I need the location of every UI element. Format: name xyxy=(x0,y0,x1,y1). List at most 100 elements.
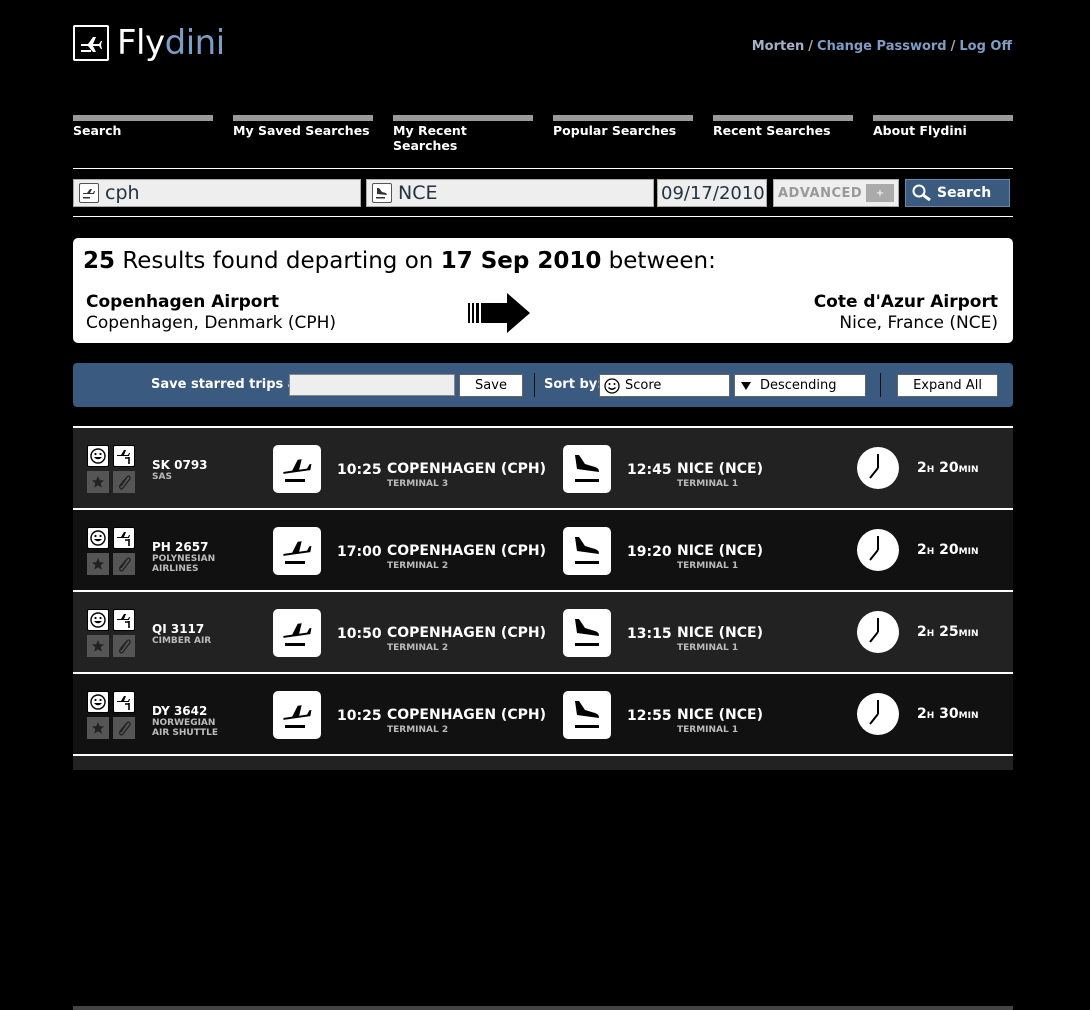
route-arrow-icon xyxy=(468,292,532,338)
flight-row[interactable]: SK 0793 SAS 10:25 COPENHAGEN (CPH) TERMINAL … xyxy=(73,426,1013,508)
nav-recent-searches[interactable]: Recent Searches xyxy=(713,115,853,153)
nav-my-recent-searches[interactable]: My Recent Searches xyxy=(393,115,533,153)
to-input[interactable]: NCE xyxy=(366,179,654,207)
arrival-time: 13:15 xyxy=(627,626,672,642)
origin-name: Copenhagen Airport xyxy=(86,292,279,312)
clock-icon xyxy=(857,529,899,571)
sort-field-value: Score xyxy=(625,378,662,393)
divider xyxy=(73,168,1013,169)
departure-place: COPENHAGEN (CPH) xyxy=(387,625,546,641)
score-smiley-icon xyxy=(87,691,109,713)
nav-search[interactable]: Search xyxy=(73,115,213,153)
stops-icon xyxy=(113,445,135,467)
nav-about[interactable]: About Flydini xyxy=(873,115,1013,153)
clock-icon xyxy=(857,611,899,653)
departure-icon xyxy=(273,527,321,575)
sort-order-select[interactable]: Descending xyxy=(734,374,866,397)
clock-icon xyxy=(857,693,899,735)
departure-time: 10:25 xyxy=(337,462,382,478)
star-icon[interactable] xyxy=(87,471,109,493)
save-name-input[interactable] xyxy=(289,374,455,396)
date-input[interactable]: 09/17/2010 xyxy=(657,179,767,207)
sort-field-select[interactable]: Score xyxy=(599,374,730,397)
arrival-place: NICE (NCE) xyxy=(677,707,763,723)
logout-link[interactable]: Log Off xyxy=(959,39,1012,54)
arrival-place: NICE (NCE) xyxy=(677,625,763,641)
results-toolbar: Save starred trips as: Save Sort by: Sco… xyxy=(73,363,1013,407)
save-starred-label: Save starred trips as: xyxy=(151,377,310,392)
divider xyxy=(880,373,881,397)
departure-place: COPENHAGEN (CPH) xyxy=(387,461,546,477)
score-smiley-icon xyxy=(87,445,109,467)
arrival-terminal: TERMINAL 1 xyxy=(677,643,739,653)
save-button[interactable]: Save xyxy=(459,374,523,397)
sort-order-value: Descending xyxy=(760,378,837,393)
smiley-icon xyxy=(604,377,620,394)
star-icon[interactable] xyxy=(87,553,109,575)
flight-row[interactable]: QI 3117 CIMBER AIR 10:50 COPENHAGEN (CPH) TE… xyxy=(73,590,1013,672)
stops-icon xyxy=(113,527,135,549)
arrival-icon xyxy=(563,445,611,493)
username-link[interactable]: Morten xyxy=(752,39,805,54)
departure-terminal: TERMINAL 2 xyxy=(387,561,449,571)
departure-time: 17:00 xyxy=(337,544,382,560)
to-value: NCE xyxy=(398,182,438,204)
nav-popular-searches[interactable]: Popular Searches xyxy=(553,115,693,153)
departure-place: COPENHAGEN (CPH) xyxy=(387,543,546,559)
from-input[interactable]: cph xyxy=(73,179,361,207)
dropdown-arrow-icon xyxy=(741,381,751,390)
departure-place: COPENHAGEN (CPH) xyxy=(387,707,546,723)
sort-by-label: Sort by: xyxy=(544,377,603,392)
flight-duration: 2H 20MIN xyxy=(917,460,979,476)
arrival-icon xyxy=(563,691,611,739)
destination-name: Cote d'Azur Airport xyxy=(813,292,998,312)
expand-all-button[interactable]: Expand All xyxy=(897,374,998,397)
arrival-time: 12:55 xyxy=(627,708,672,724)
flight-row[interactable]: DY 3642 NORWEGIAN AIR SHUTTLE 10:25 COPENHAG… xyxy=(73,672,1013,754)
from-value: cph xyxy=(105,182,140,204)
airline-name: SAS xyxy=(152,472,172,482)
logo[interactable]: Flydini xyxy=(73,25,225,61)
destination-detail: Nice, France (NCE) xyxy=(839,313,998,333)
star-icon[interactable] xyxy=(87,635,109,657)
score-smiley-icon xyxy=(87,527,109,549)
results-summary: 25 Results found departing on 17 Sep 201… xyxy=(73,238,1013,343)
advanced-dropdown[interactable]: ADVANCED + xyxy=(773,179,899,207)
arrival-terminal: TERMINAL 1 xyxy=(677,561,739,571)
results-list: SK 0793 SAS 10:25 COPENHAGEN (CPH) TERMINAL … xyxy=(73,426,1013,770)
paperclip-icon[interactable] xyxy=(113,553,135,575)
flight-duration: 2H 30MIN xyxy=(917,706,979,722)
flight-row[interactable]: PH 2657 POLYNESIAN AIRLINES 17:00 COPENHAGEN… xyxy=(73,508,1013,590)
arrival-time: 19:20 xyxy=(627,544,672,560)
destination-airport: Cote d'Azur Airport Nice, France (NCE) xyxy=(814,292,998,334)
flight-number: QI 3117 xyxy=(152,622,205,636)
plane-logo-icon xyxy=(73,25,109,61)
search-icon xyxy=(912,184,932,202)
arrival-terminal: TERMINAL 1 xyxy=(677,479,739,489)
departure-terminal: TERMINAL 3 xyxy=(387,479,449,489)
airline-name: CIMBER AIR xyxy=(152,636,212,646)
nav-my-saved-searches[interactable]: My Saved Searches xyxy=(233,115,373,153)
departure-icon xyxy=(79,183,99,203)
divider xyxy=(534,373,535,397)
search-button[interactable]: Search xyxy=(905,179,1010,207)
arrival-place: NICE (NCE) xyxy=(677,543,763,559)
clock-icon xyxy=(857,447,899,489)
user-bar: Morten / Change Password / Log Off xyxy=(752,39,1012,54)
paperclip-icon[interactable] xyxy=(113,717,135,739)
score-smiley-icon xyxy=(87,609,109,631)
paperclip-icon[interactable] xyxy=(113,471,135,493)
stops-icon xyxy=(113,609,135,631)
separator: / xyxy=(950,39,956,54)
expand-icon: + xyxy=(866,184,894,202)
change-password-link[interactable]: Change Password xyxy=(817,39,947,54)
paperclip-icon[interactable] xyxy=(113,635,135,657)
next-page-strip xyxy=(73,1006,1013,1010)
main-nav: Search My Saved Searches My Recent Searc… xyxy=(73,115,1013,153)
arrival-terminal: TERMINAL 1 xyxy=(677,725,739,735)
star-icon[interactable] xyxy=(87,717,109,739)
results-heading: 25 Results found departing on 17 Sep 201… xyxy=(83,248,716,274)
arrival-icon xyxy=(563,527,611,575)
departure-icon xyxy=(273,691,321,739)
brand-name: Flydini xyxy=(117,23,225,63)
